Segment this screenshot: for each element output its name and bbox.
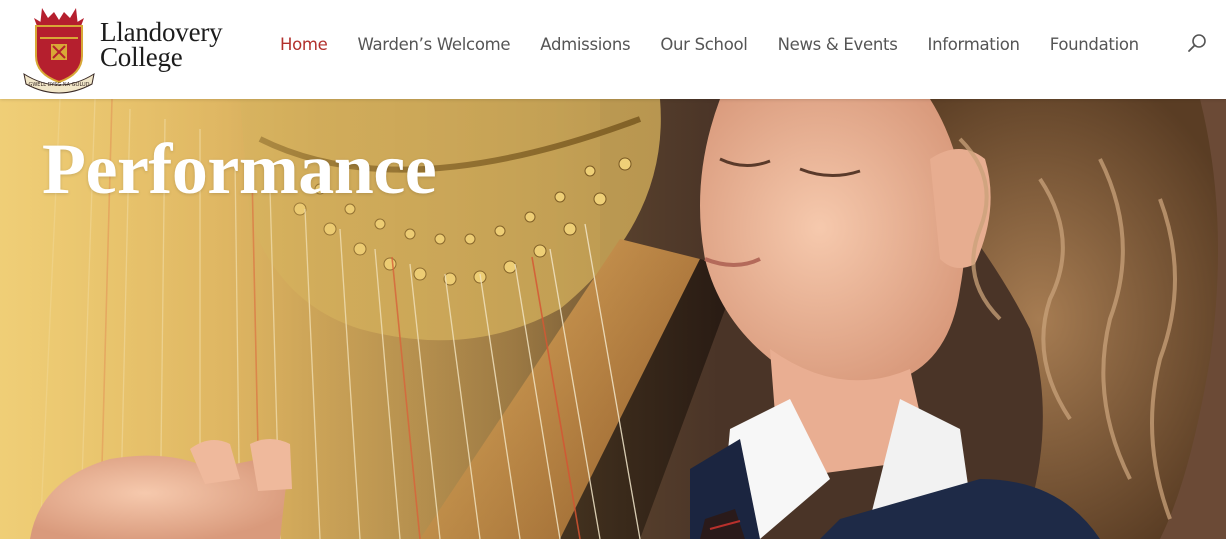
- nav-item-home[interactable]: Home: [265, 34, 343, 56]
- hero-title: Performance: [42, 129, 437, 209]
- college-logo[interactable]: GWELL DYSG NA GOLUD Llandovery College: [20, 4, 240, 96]
- nav-item-wardens-welcome[interactable]: Warden’s Welcome: [343, 34, 526, 56]
- nav-item-information[interactable]: Information: [913, 34, 1035, 56]
- nav-item-foundation[interactable]: Foundation: [1035, 34, 1154, 56]
- college-name-line2: College: [100, 42, 183, 72]
- main-nav: Home Warden’s Welcome Admissions Our Sch…: [265, 34, 1154, 56]
- college-name: Llandovery College: [100, 19, 223, 72]
- hero-banner: Performance: [0, 99, 1226, 539]
- college-crest-icon: GWELL DYSG NA GOLUD: [23, 8, 95, 94]
- nav-item-news-events[interactable]: News & Events: [763, 34, 913, 56]
- nav-item-our-school[interactable]: Our School: [645, 34, 762, 56]
- site-header: GWELL DYSG NA GOLUD Llandovery College H…: [0, 0, 1226, 99]
- crest-motto: GWELL DYSG NA GOLUD: [28, 82, 89, 88]
- nav-item-admissions[interactable]: Admissions: [525, 34, 645, 56]
- search-icon[interactable]: [1186, 33, 1208, 55]
